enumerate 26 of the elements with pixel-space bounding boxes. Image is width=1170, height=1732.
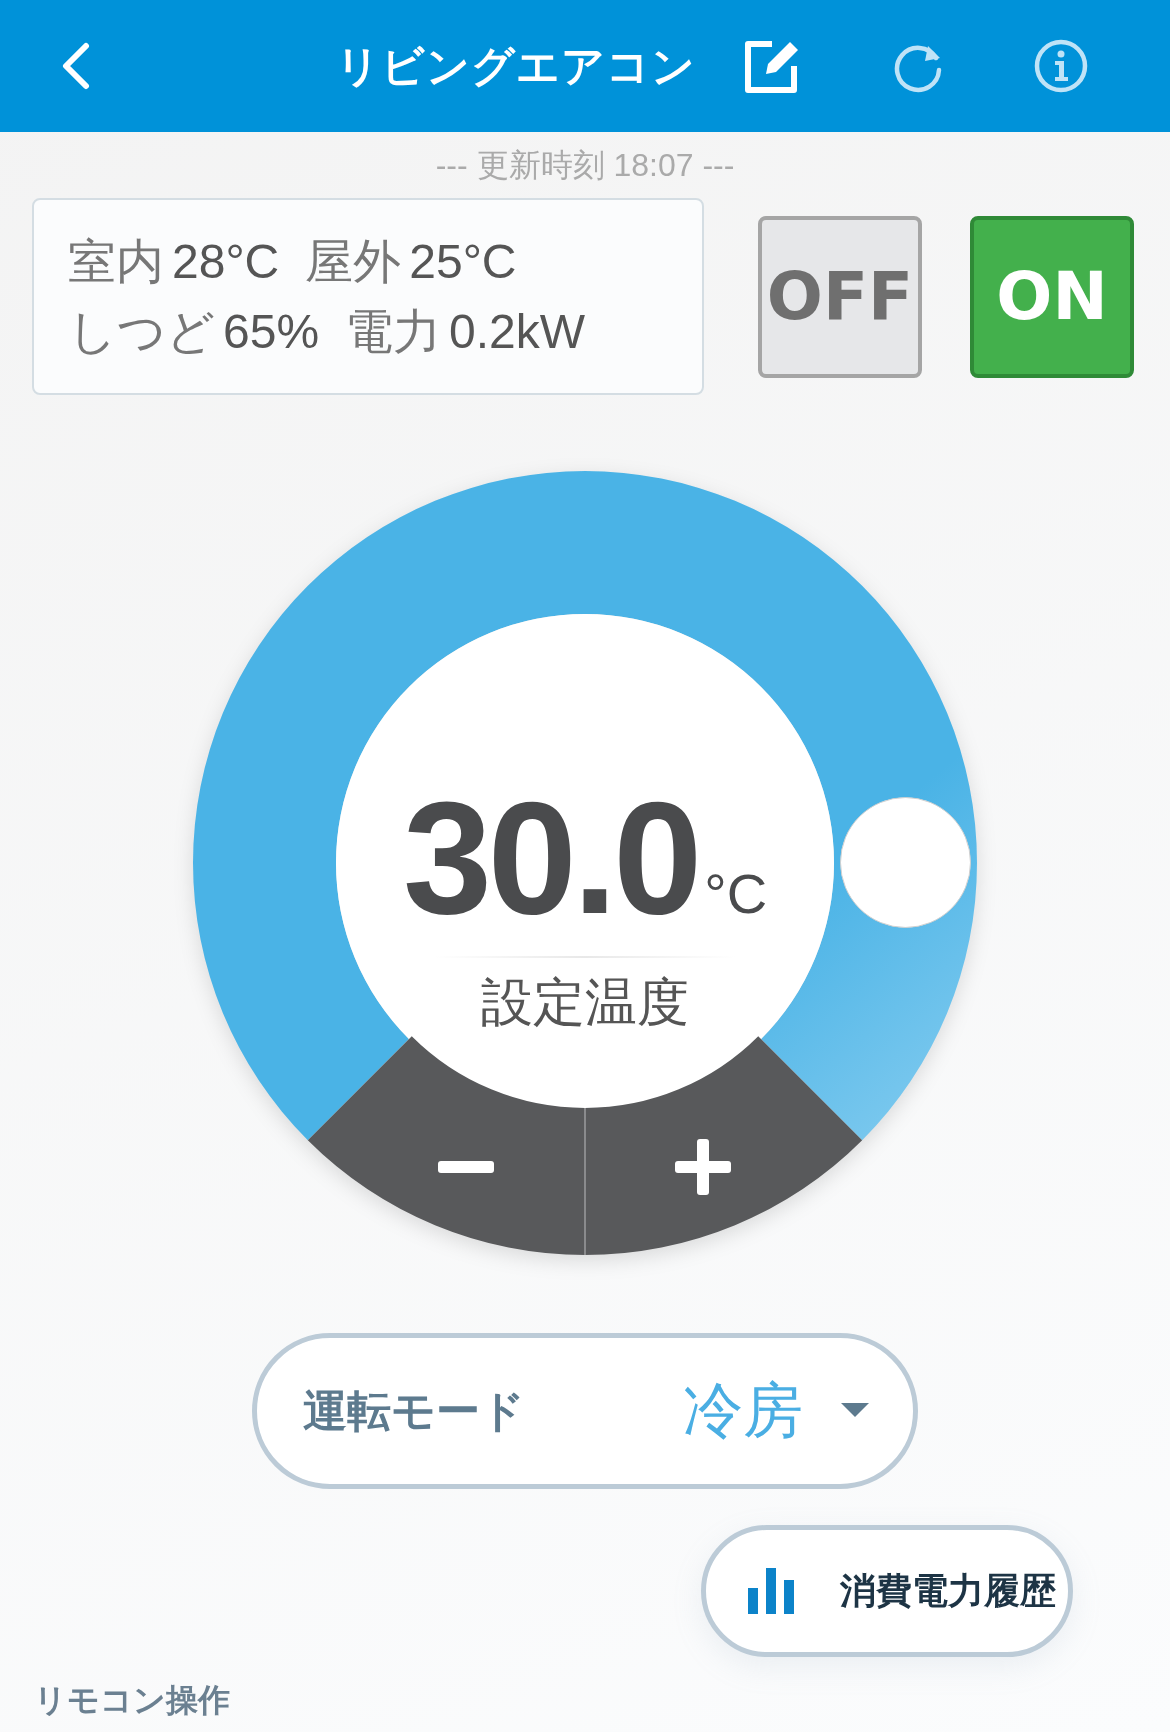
plus-icon (675, 1139, 731, 1195)
temperature-unit: °C (704, 861, 768, 926)
update-time: --- 更新時刻 18:07 --- (434, 146, 736, 185)
section-title: リモコン操作 (33, 1681, 231, 1720)
reading-value: 28°C (172, 234, 280, 289)
set-temperature-label: 設定温度 (481, 972, 689, 1033)
reading-value: 65% (223, 304, 320, 359)
minus-icon (438, 1161, 494, 1173)
reading-label: 屋外 (305, 234, 402, 290)
mode-dropdown[interactable]: 運転モード 冷房 (252, 1333, 918, 1489)
temperature-slider-thumb[interactable] (840, 797, 971, 928)
power-history-button[interactable]: 消費電力履歴 (701, 1525, 1073, 1657)
increase-button[interactable] (585, 1036, 863, 1255)
set-temperature: 30.0 (402, 778, 699, 938)
reading-label: 電力 (345, 304, 442, 360)
reading-label: 室内 (68, 234, 164, 290)
bar-chart-icon (748, 1568, 794, 1614)
reading-value: 25°C (409, 234, 517, 289)
screen-title: リビングエアコン (336, 41, 696, 92)
decrease-button[interactable] (307, 1036, 585, 1255)
info-icon[interactable] (1033, 38, 1089, 94)
caret-icon (841, 1403, 869, 1419)
reading-value: 0.2kW (449, 304, 586, 359)
power-button[interactable]: OFF (758, 215, 922, 378)
power-button[interactable]: ON (970, 215, 1134, 378)
reading-label: しつど (68, 304, 215, 360)
